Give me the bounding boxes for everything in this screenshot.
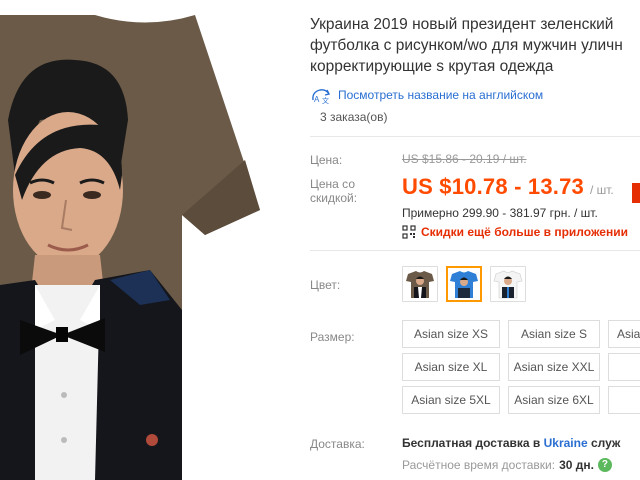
question-icon[interactable]: ?: [597, 458, 612, 472]
shipping-country: Ukraine: [543, 436, 588, 450]
size-option-5xl[interactable]: Asian size 5XL: [402, 386, 500, 414]
tshirt-thumbnail-icon: [406, 271, 434, 298]
orders-count: 3 заказа(ов): [320, 110, 388, 124]
color-swatch-white[interactable]: [490, 266, 526, 302]
size-label: Размер:: [310, 330, 355, 344]
size-option-6xl[interactable]: Asian size 6XL: [508, 386, 600, 414]
product-info-panel: Украина 2019 новый президент зеленский ф…: [310, 0, 640, 480]
shipping-method[interactable]: Бесплатная доставка в Ukraine служ: [402, 436, 620, 450]
app-discount-link[interactable]: Скидки ещё больше в приложении: [402, 224, 628, 240]
product-title-line: корректирующие s крутая одежда: [310, 58, 554, 75]
size-option-m[interactable]: Asia: [608, 320, 640, 348]
app-discount-text: Скидки ещё больше в приложении: [421, 225, 628, 239]
shipping-text: служ: [587, 436, 621, 450]
translate-icon: A 文: [312, 89, 331, 104]
discount-badge: [632, 183, 640, 203]
size-option-xxxl[interactable]: [608, 353, 640, 381]
size-option-7xl[interactable]: [608, 386, 640, 414]
product-title: Украина 2019 новый президент зеленский ф…: [310, 14, 640, 77]
color-label: Цвет:: [310, 278, 341, 292]
product-image[interactable]: [0, 0, 290, 480]
translate-link-text: Посмотреть название на английском: [338, 88, 544, 102]
sale-price-row: US $10.78 - 13.73 / шт.: [402, 174, 614, 200]
price-label: Цена:: [310, 153, 343, 167]
delivery-time-label: Расчётное время доставки:: [402, 458, 556, 472]
divider: [310, 250, 640, 251]
svg-text:文: 文: [322, 96, 329, 104]
discount-price-label-line: Цена со: [310, 177, 355, 191]
approx-price: Примерно 299.90 - 381.97 грн. / шт.: [402, 206, 598, 220]
shipping-text: Бесплатная доставка в: [402, 436, 544, 450]
translate-title-link[interactable]: A 文 Посмотреть название на английском: [310, 86, 543, 104]
color-swatch-brown[interactable]: [402, 266, 438, 302]
product-title-line: футболка с рисунком/wo для мужчин уличн: [310, 37, 623, 54]
sale-price: US $10.78 - 13.73: [402, 174, 584, 199]
shipping-label: Доставка:: [310, 437, 365, 451]
original-price: US $15.86 - 20.19 / шт.: [402, 152, 527, 166]
product-title-line: Украина 2019 новый президент зеленский: [310, 16, 614, 33]
tshirt-photo: [0, 15, 260, 480]
discount-price-label-line: скидкой:: [310, 191, 358, 205]
qr-code-icon: [402, 225, 416, 239]
price-unit: / шт.: [589, 183, 614, 197]
delivery-time: Расчётное время доставки: 30 дн. ?: [402, 458, 612, 472]
svg-text:A: A: [314, 95, 320, 104]
color-swatch-blue[interactable]: [446, 266, 482, 302]
size-option-xxl[interactable]: Asian size XXL: [508, 353, 600, 381]
tshirt-thumbnail-icon: [450, 271, 478, 298]
delivery-days: 30 дн.: [559, 458, 594, 472]
color-swatches: [402, 266, 526, 302]
tshirt-thumbnail-icon: [493, 270, 523, 299]
size-option-s[interactable]: Asian size S: [508, 320, 600, 348]
size-option-xs[interactable]: Asian size XS: [402, 320, 500, 348]
divider: [310, 136, 640, 137]
size-option-xl[interactable]: Asian size XL: [402, 353, 500, 381]
